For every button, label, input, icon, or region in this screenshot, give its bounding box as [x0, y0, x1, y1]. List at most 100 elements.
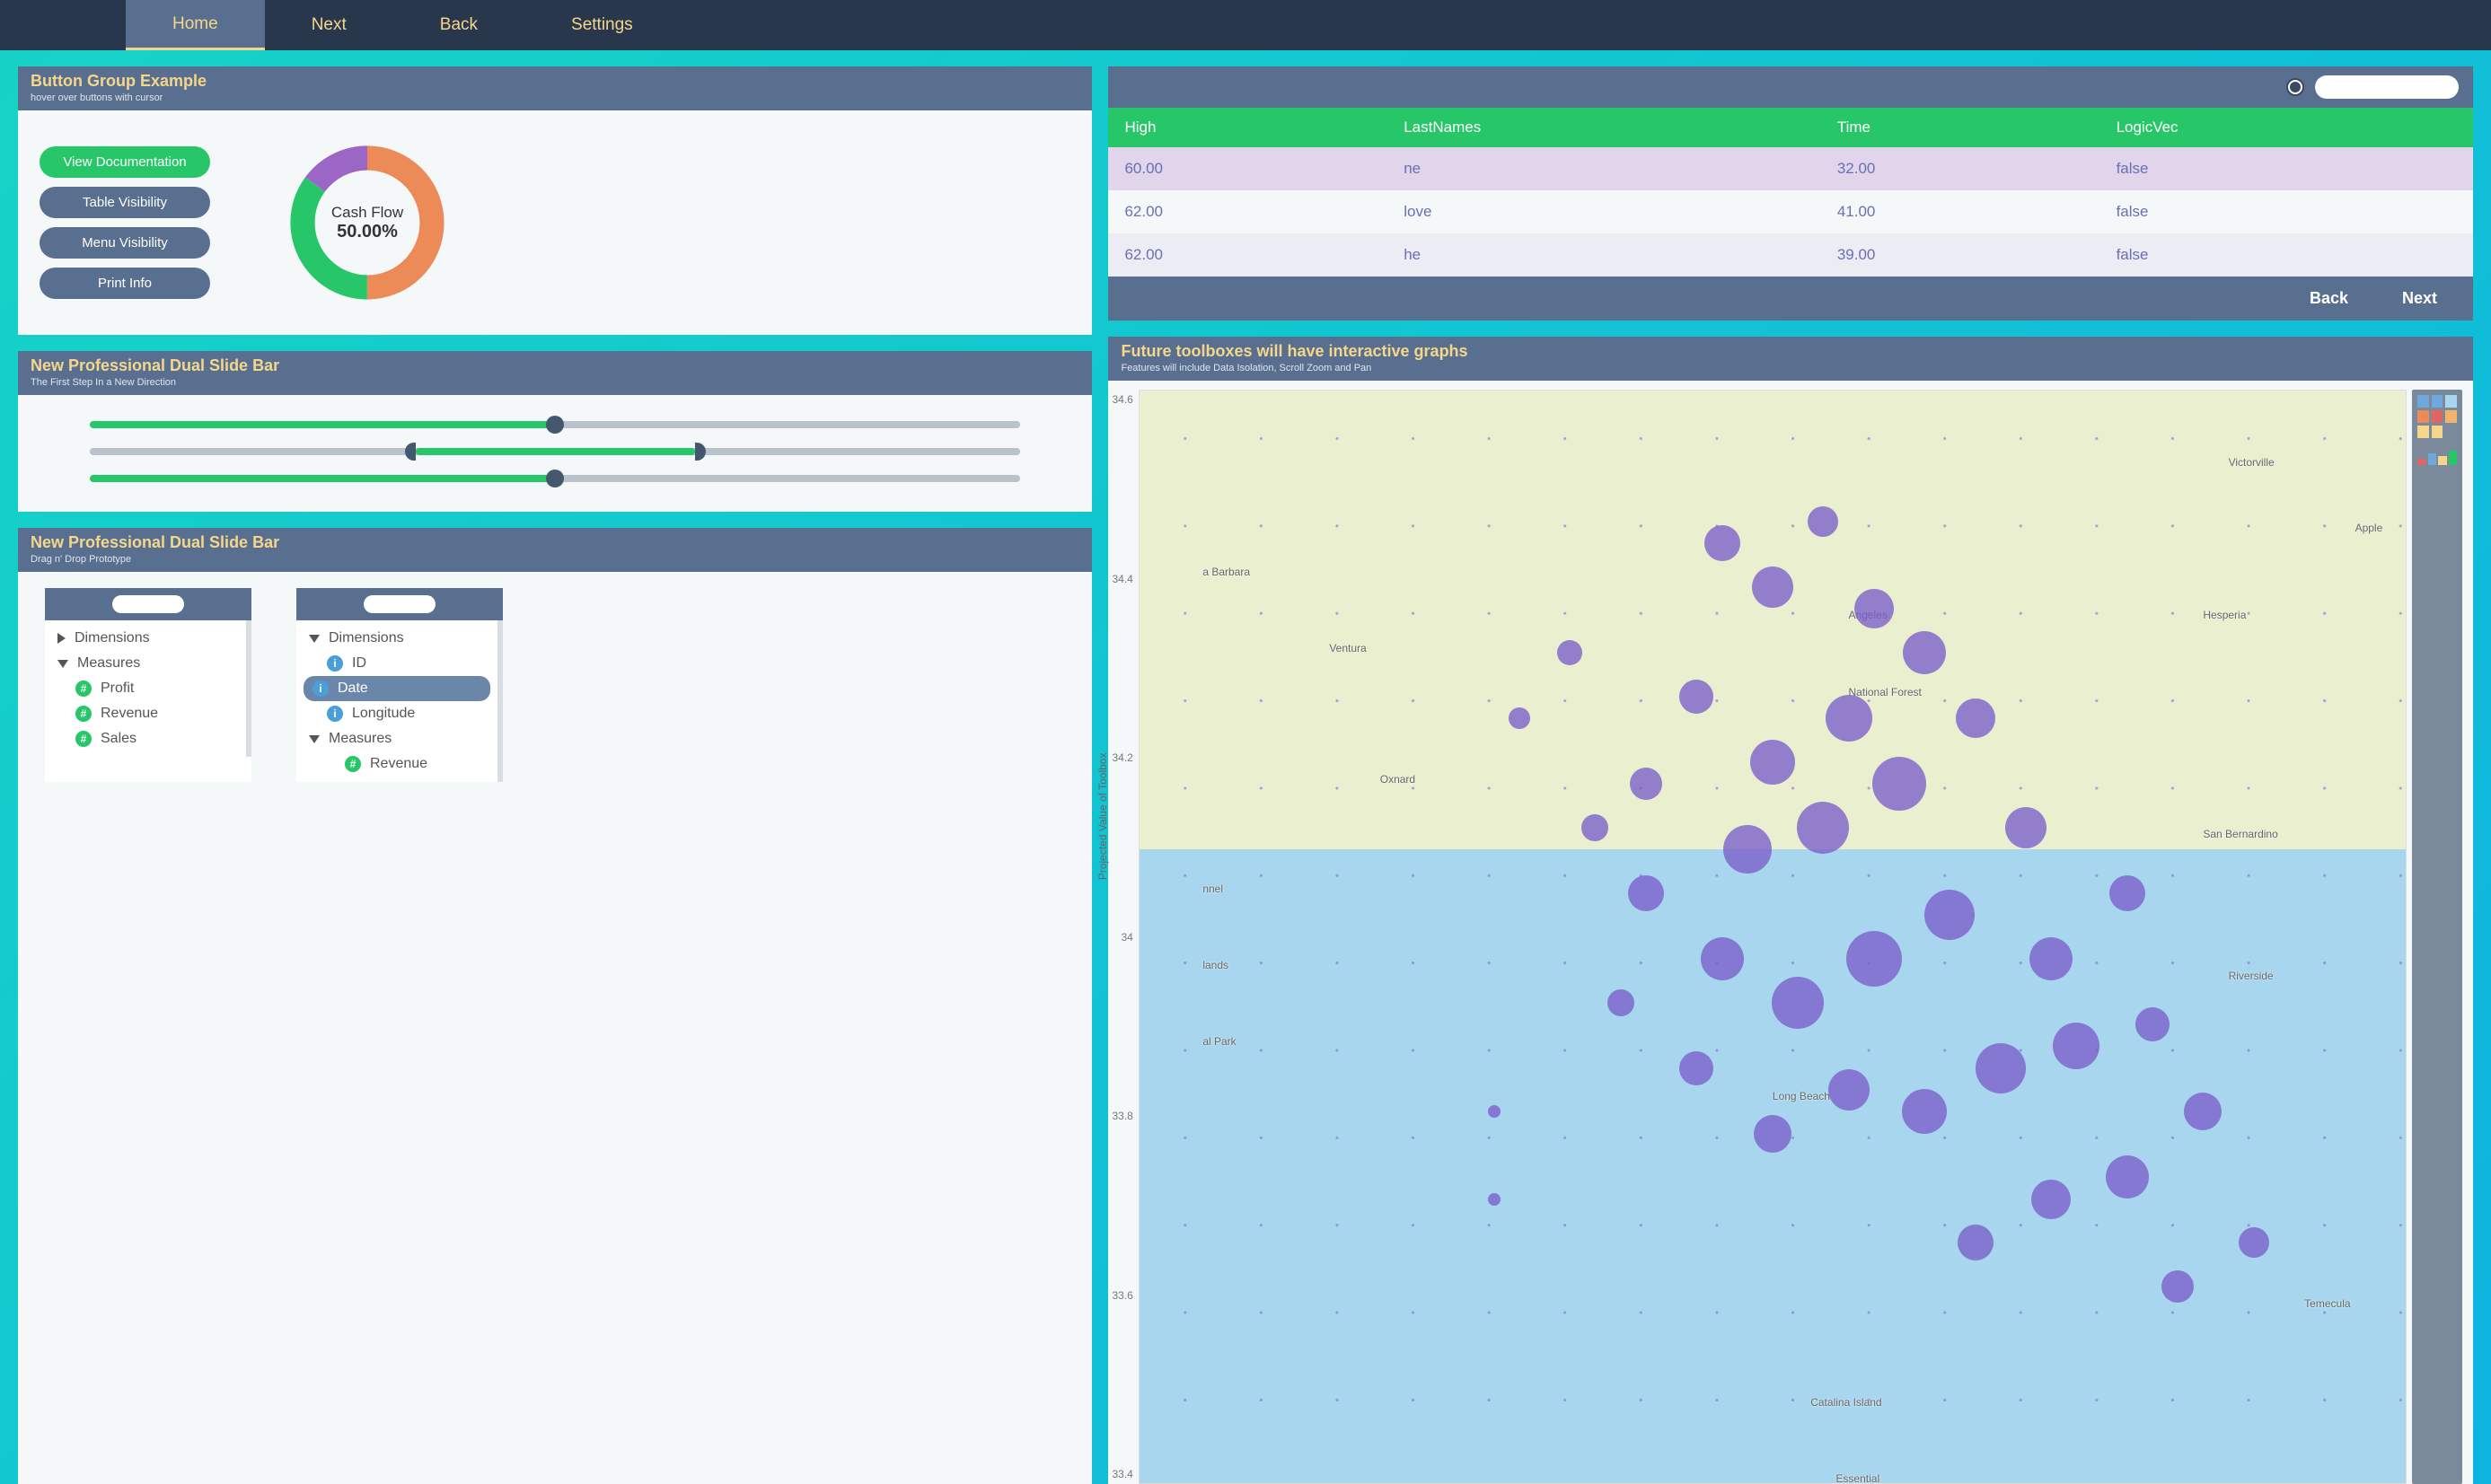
cell: love [1387, 190, 1821, 233]
tree-measures[interactable]: Measures [45, 651, 246, 676]
data-point[interactable] [1630, 768, 1662, 800]
donut-percent: 50.00% [337, 222, 398, 242]
data-point[interactable] [1828, 1069, 1870, 1111]
tree-dimensions[interactable]: Dimensions [45, 626, 246, 651]
data-point[interactable] [1628, 875, 1664, 911]
col-header[interactable]: LastNames [1387, 108, 1821, 147]
tab-back[interactable]: Back [393, 0, 524, 50]
tree-item-label: Profit [101, 681, 134, 697]
info-icon: i [327, 655, 343, 672]
print-info-button[interactable]: Print Info [40, 268, 210, 299]
search-chip[interactable] [364, 595, 436, 613]
radio-toggle[interactable] [2288, 80, 2302, 94]
data-point[interactable] [1854, 589, 1894, 628]
data-point[interactable] [2161, 1270, 2194, 1303]
map-label: Ventura [1329, 642, 1366, 654]
slider-single-2[interactable] [90, 465, 1020, 492]
cash-flow-donut: Cash Flow 50.00% [282, 137, 453, 308]
data-point[interactable] [1903, 631, 1946, 674]
y-tick: 33.6 [1112, 1289, 1132, 1302]
data-point[interactable] [2106, 1155, 2149, 1199]
data-point[interactable] [1704, 525, 1740, 561]
data-point[interactable] [1581, 814, 1608, 841]
data-point[interactable] [2005, 807, 2046, 848]
tree-item[interactable]: i Longitude [296, 701, 497, 726]
table-search-input[interactable] [2315, 75, 2459, 99]
cell: 62.00 [1108, 190, 1387, 233]
data-point[interactable] [1902, 1089, 1947, 1134]
table-row[interactable]: 62.00 love 41.00 false [1108, 190, 2473, 233]
y-tick: 34.4 [1112, 573, 1132, 585]
data-point[interactable] [1679, 680, 1713, 714]
data-point[interactable] [1488, 1193, 1501, 1206]
cell: 41.00 [1821, 190, 2100, 233]
tree-dimensions[interactable]: Dimensions [296, 626, 497, 651]
data-point[interactable] [1956, 698, 1995, 738]
data-point[interactable] [1872, 757, 1926, 811]
data-point[interactable] [1754, 1115, 1791, 1153]
tree-item[interactable]: #Profit [45, 676, 246, 701]
data-point[interactable] [1826, 695, 1872, 742]
data-point[interactable] [1701, 937, 1744, 980]
view-documentation-button[interactable]: View Documentation [40, 146, 210, 178]
data-point[interactable] [1797, 802, 1849, 854]
table-next-button[interactable]: Next [2402, 289, 2437, 308]
data-point[interactable] [2109, 875, 2145, 911]
cell: false [2100, 190, 2473, 233]
panel-title: Future toolboxes will have interactive g… [1121, 342, 2460, 361]
table-row[interactable]: 62.00 he 39.00 false [1108, 233, 2473, 277]
tab-next[interactable]: Next [265, 0, 393, 50]
data-point[interactable] [2135, 1007, 2170, 1041]
tree-item[interactable]: #Revenue [296, 751, 497, 777]
y-axis-label: Projected Value of Toolbox [1096, 752, 1109, 880]
tree-item-selected[interactable]: iDate [304, 676, 490, 701]
data-point[interactable] [1607, 989, 1634, 1016]
table-back-button[interactable]: Back [2310, 289, 2348, 308]
slider-range[interactable] [90, 438, 1020, 465]
data-point[interactable] [2031, 1180, 2071, 1219]
bar-chart-icon[interactable] [2417, 443, 2457, 465]
menu-visibility-button[interactable]: Menu Visibility [40, 227, 210, 259]
y-tick: 34.6 [1112, 393, 1132, 406]
tree-measures[interactable]: Measures [296, 726, 497, 751]
data-point[interactable] [2029, 937, 2073, 980]
tab-settings[interactable]: Settings [524, 0, 680, 50]
tree-item[interactable]: iID [296, 651, 497, 676]
tree-item[interactable]: #Revenue [45, 701, 246, 726]
data-point[interactable] [2239, 1227, 2269, 1258]
tree-item[interactable]: #Sales [45, 726, 246, 751]
tab-home[interactable]: Home [126, 0, 265, 50]
table-visibility-button[interactable]: Table Visibility [40, 187, 210, 218]
top-nav: Home Next Back Settings [0, 0, 2491, 50]
slider-single[interactable] [90, 411, 1020, 438]
data-point[interactable] [1488, 1105, 1501, 1118]
hash-icon: # [75, 731, 92, 747]
table-row[interactable]: 60.00 ne 32.00 false [1108, 147, 2473, 190]
data-point[interactable] [1679, 1051, 1713, 1085]
tree-item-label: Revenue [370, 756, 427, 772]
search-chip[interactable] [112, 595, 184, 613]
data-point[interactable] [1846, 931, 1902, 987]
data-point[interactable] [2184, 1093, 2222, 1130]
panel-title: Button Group Example [31, 72, 1079, 91]
info-icon: i [327, 706, 343, 722]
col-header[interactable]: High [1108, 108, 1387, 147]
map-scatter-plot[interactable]: a BarbaraVenturaOxnardnnellandsal ParkAn… [1139, 390, 2407, 1484]
data-point[interactable] [1750, 740, 1795, 785]
data-point[interactable] [1772, 977, 1824, 1029]
data-point[interactable] [1924, 890, 1975, 940]
data-point[interactable] [1509, 707, 1530, 729]
map-label: Hesperia [2203, 609, 2246, 621]
data-point[interactable] [1808, 506, 1838, 537]
tree-item-label: Longitude [352, 706, 415, 722]
data-point[interactable] [1723, 825, 1772, 874]
data-point[interactable] [1958, 1225, 1994, 1260]
map-label: a Barbara [1202, 566, 1250, 578]
data-point[interactable] [2053, 1023, 2099, 1069]
data-point[interactable] [1752, 566, 1793, 608]
palette-icon[interactable] [2417, 395, 2457, 438]
data-point[interactable] [1976, 1043, 2026, 1093]
col-header[interactable]: LogicVec [2100, 108, 2473, 147]
data-point[interactable] [1557, 640, 1582, 665]
col-header[interactable]: Time [1821, 108, 2100, 147]
